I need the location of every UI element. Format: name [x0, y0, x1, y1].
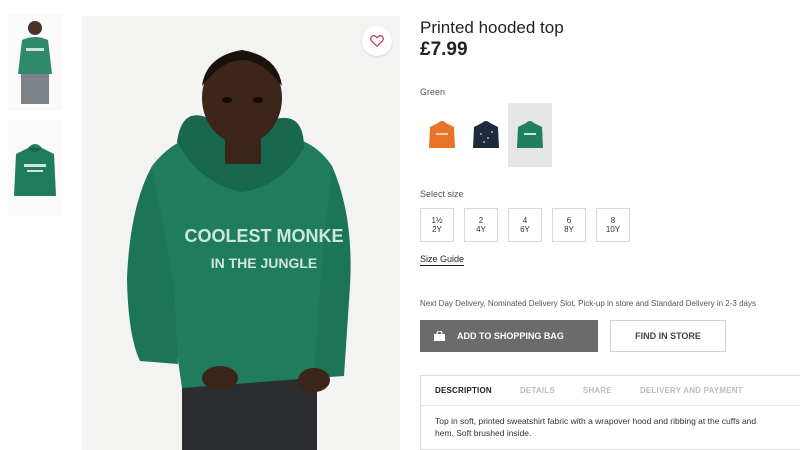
swatch-orange[interactable]	[420, 103, 464, 167]
thumbnail-model[interactable]	[8, 14, 62, 110]
tab-description[interactable]: DESCRIPTION	[435, 386, 492, 395]
size-bottom: 6Y	[520, 225, 530, 234]
size-bottom: 10Y	[605, 225, 621, 234]
size-top: 6	[566, 216, 572, 225]
green-hoodie-icon	[517, 121, 543, 148]
hoodie-print-line2: IN THE JUNGLE	[211, 255, 318, 271]
orange-hoodie-icon	[429, 121, 455, 148]
favorite-button[interactable]	[362, 26, 392, 56]
size-top: 8	[610, 216, 616, 225]
size-option[interactable]: 4 6Y	[508, 208, 542, 242]
size-option[interactable]: 8 10Y	[596, 208, 630, 242]
size-option[interactable]: 1½ 2Y	[420, 208, 454, 242]
description-panel: DESCRIPTION DETAILS SHARE DELIVERY AND P…	[420, 375, 800, 450]
product-main-image: COOLEST MONKE IN THE JUNGLE	[82, 16, 400, 450]
hoodie-print-line1: COOLEST MONKE	[184, 226, 343, 246]
tab-share[interactable]: SHARE	[583, 386, 612, 395]
bag-icon	[434, 331, 445, 341]
product-title: Printed hooded top	[420, 18, 564, 37]
thumbnail-flat[interactable]	[8, 120, 62, 216]
action-buttons: ADD TO SHOPPING BAG FIND IN STORE	[420, 320, 800, 352]
tab-details[interactable]: DETAILS	[520, 386, 555, 395]
size-top: 1½	[431, 216, 443, 225]
size-options: 1½ 2Y 2 4Y 4 6Y 6 8Y 8 10Y	[420, 208, 800, 242]
navy-hoodie-icon	[473, 121, 499, 148]
size-bottom: 8Y	[564, 225, 574, 234]
size-top: 2	[478, 216, 484, 225]
description-text: Top in soft, printed sweatshirt fabric w…	[435, 416, 757, 438]
color-swatches	[420, 103, 800, 167]
size-option[interactable]: 6 8Y	[552, 208, 586, 242]
product-price: £7.99	[420, 39, 468, 60]
swatch-green[interactable]	[508, 103, 552, 167]
add-to-bag-button[interactable]: ADD TO SHOPPING BAG	[420, 320, 598, 352]
size-bottom: 2Y	[432, 225, 442, 234]
size-bottom: 4Y	[476, 225, 486, 234]
color-label: Green	[420, 87, 446, 97]
size-guide-link[interactable]: Size Guide	[420, 254, 465, 266]
tab-delivery-payment[interactable]: DELIVERY AND PAYMENT	[640, 386, 743, 395]
info-tabs: DESCRIPTION DETAILS SHARE DELIVERY AND P…	[421, 376, 800, 406]
thumbnail-strip	[8, 14, 66, 226]
add-to-bag-label: ADD TO SHOPPING BAG	[457, 331, 564, 341]
size-label: Select size	[420, 189, 464, 199]
size-option[interactable]: 2 4Y	[464, 208, 498, 242]
delivery-info: Next Day Delivery, Nominated Delivery Sl…	[420, 299, 756, 308]
find-in-store-button[interactable]: FIND IN STORE	[610, 320, 726, 352]
size-top: 4	[522, 216, 528, 225]
swatch-navy[interactable]	[464, 103, 508, 167]
product-info-panel: Printed hooded top £7.99 Green Select si…	[420, 18, 800, 352]
heart-icon	[370, 34, 384, 48]
